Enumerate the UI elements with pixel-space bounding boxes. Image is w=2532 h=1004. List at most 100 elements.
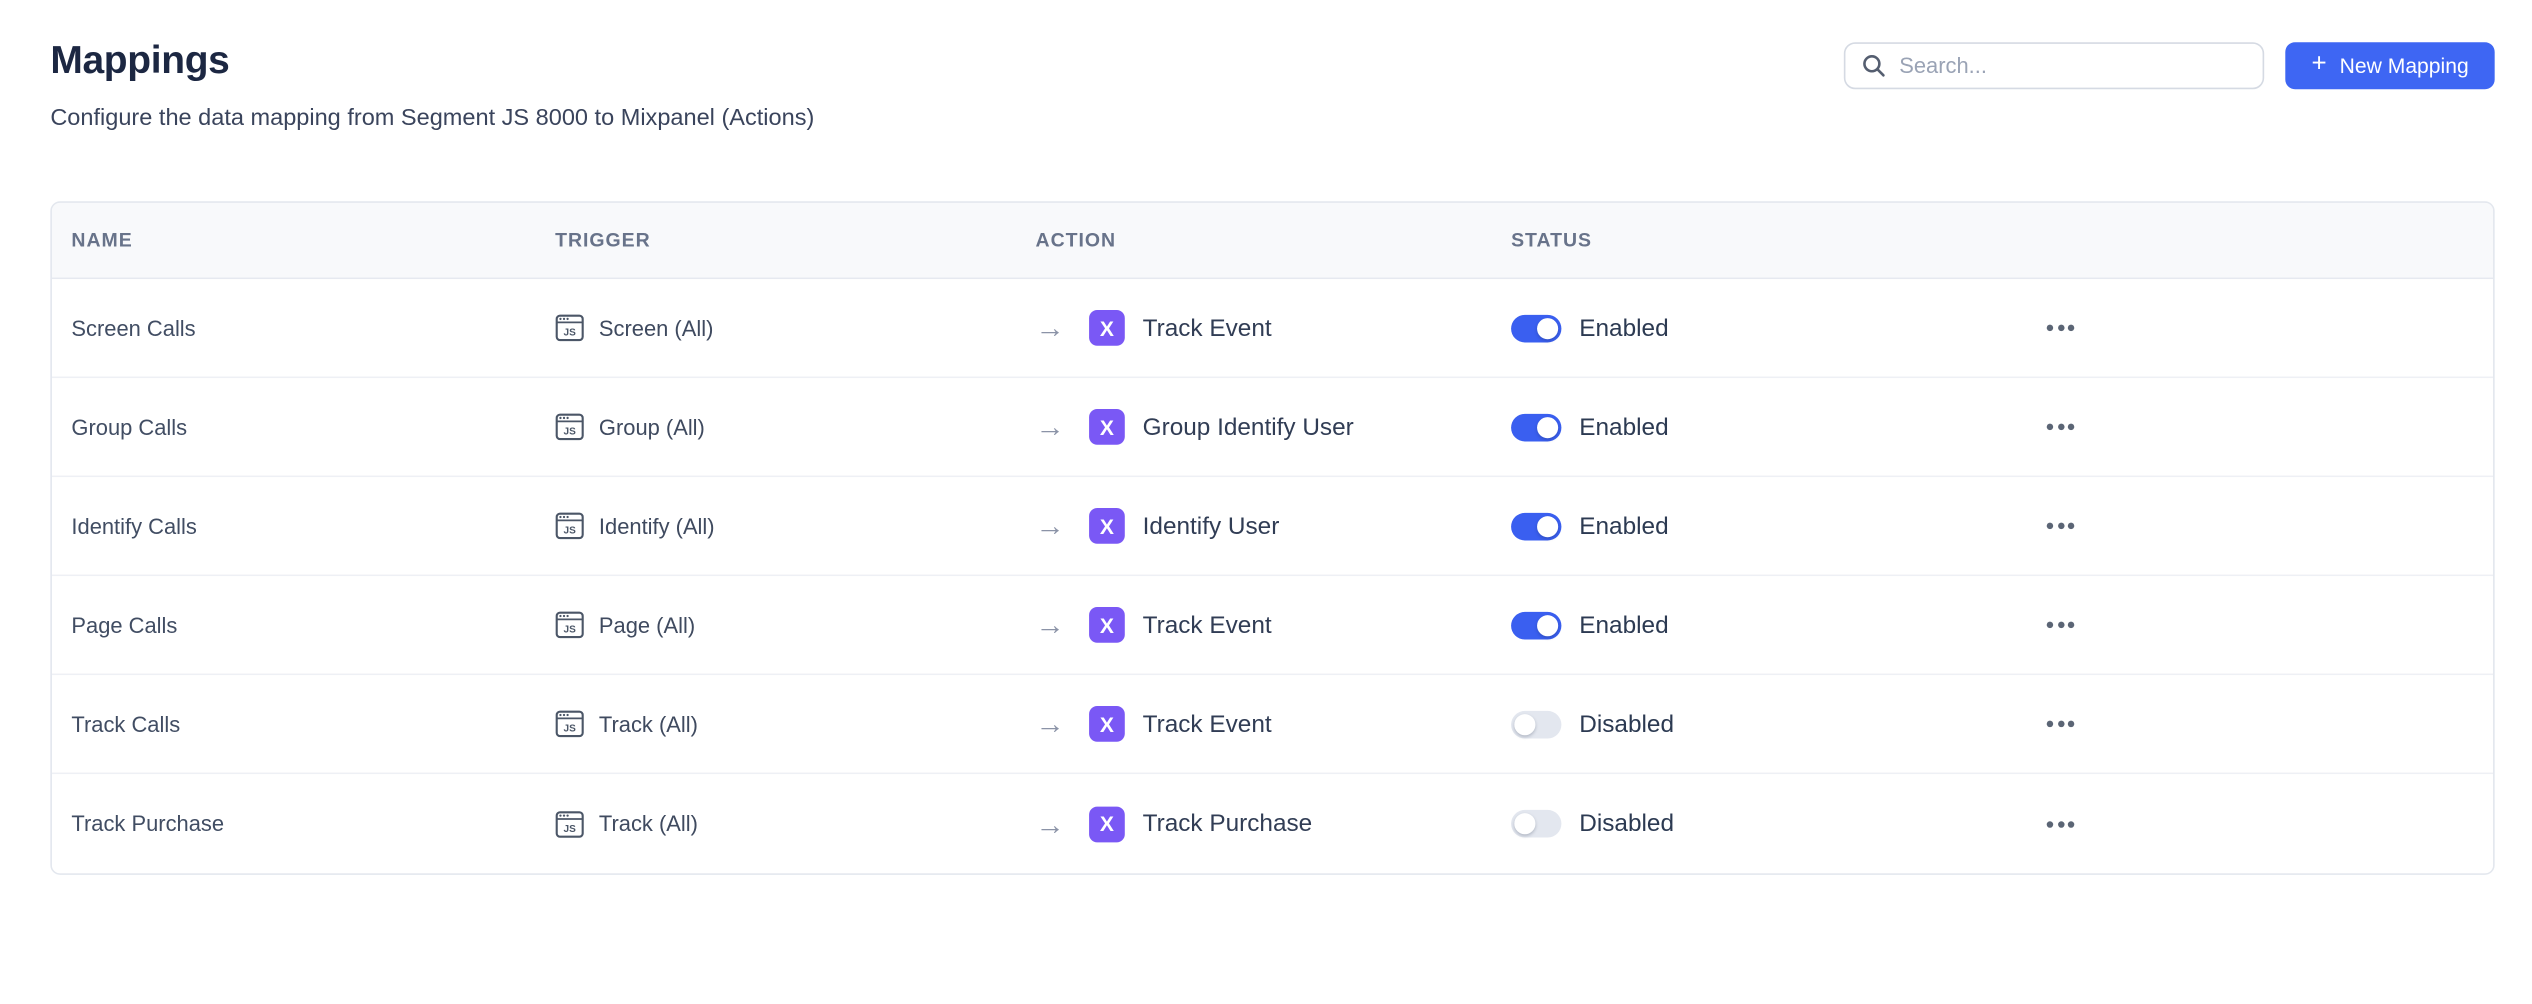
trigger-label: Screen (All) <box>599 316 713 340</box>
row-name: Track Purchase <box>71 812 555 836</box>
action-label: Track Purchase <box>1143 810 1313 838</box>
table-row: Page Calls JS Page (All) → X Track Event… <box>52 576 2493 675</box>
plus-icon: + <box>2312 52 2327 78</box>
column-header-name: NAME <box>71 229 555 252</box>
column-header-status: STATUS <box>1511 229 2040 252</box>
js-window-icon: JS <box>555 809 584 838</box>
table-row: Track Calls JS Track (All) → X Track Eve… <box>52 675 2493 774</box>
action-label: Track Event <box>1143 710 1272 738</box>
status-label: Disabled <box>1579 810 1674 838</box>
status-label: Enabled <box>1579 611 1668 639</box>
status-cell: Enabled <box>1511 413 2040 441</box>
js-window-icon: JS <box>555 709 584 738</box>
trigger-label: Page (All) <box>599 613 695 637</box>
column-header-trigger: TRIGGER <box>555 229 1035 252</box>
mixpanel-icon: X <box>1089 706 1125 742</box>
status-toggle[interactable] <box>1511 512 1561 540</box>
row-menu-button[interactable] <box>2040 714 2081 733</box>
trigger-icon-label: JS <box>564 525 577 536</box>
trigger-label: Identify (All) <box>599 514 715 538</box>
table-row: Group Calls JS Group (All) → X Group Ide… <box>52 378 2493 477</box>
trigger-label: Group (All) <box>599 415 705 439</box>
row-name: Track Calls <box>71 712 555 736</box>
trigger-cell: JS Track (All) <box>555 709 1035 738</box>
status-toggle[interactable] <box>1511 611 1561 639</box>
action-cell: → X Track Event <box>1036 607 1512 643</box>
menu-cell <box>2040 318 2473 337</box>
mixpanel-icon: X <box>1089 409 1125 445</box>
row-menu-button[interactable] <box>2040 814 2081 833</box>
action-cell: → X Identify User <box>1036 508 1512 544</box>
row-menu-button[interactable] <box>2040 318 2081 337</box>
row-name: Identify Calls <box>71 514 555 538</box>
status-label: Enabled <box>1579 512 1668 540</box>
status-cell: Enabled <box>1511 314 2040 342</box>
status-label: Enabled <box>1579 413 1668 441</box>
arrow-icon: → <box>1036 313 1065 342</box>
js-window-icon: JS <box>555 511 584 540</box>
row-name: Group Calls <box>71 415 555 439</box>
action-label: Track Event <box>1143 611 1272 639</box>
page-subtitle: Configure the data mapping from Segment … <box>50 106 2494 132</box>
trigger-icon-label: JS <box>564 426 577 437</box>
status-cell: Enabled <box>1511 512 2040 540</box>
menu-cell <box>2040 516 2473 535</box>
trigger-icon-label: JS <box>564 823 577 834</box>
js-window-icon: JS <box>555 610 584 639</box>
arrow-icon: → <box>1036 610 1065 639</box>
status-cell: Disabled <box>1511 810 2040 838</box>
toggle-knob <box>1514 813 1535 834</box>
status-toggle[interactable] <box>1511 314 1561 342</box>
table-row: Track Purchase JS Track (All) → X Track … <box>52 774 2493 873</box>
trigger-icon-label: JS <box>564 624 577 635</box>
trigger-cell: JS Screen (All) <box>555 313 1035 342</box>
status-toggle[interactable] <box>1511 413 1561 441</box>
status-cell: Disabled <box>1511 710 2040 738</box>
row-menu-button[interactable] <box>2040 615 2081 634</box>
row-name: Screen Calls <box>71 316 555 340</box>
action-cell: → X Track Purchase <box>1036 806 1512 842</box>
new-mapping-button[interactable]: + New Mapping <box>2286 42 2495 89</box>
row-menu-button[interactable] <box>2040 417 2081 436</box>
table-header: NAME TRIGGER ACTION STATUS <box>52 203 2493 279</box>
trigger-icon-label: JS <box>564 723 577 734</box>
toggle-knob <box>1537 515 1558 536</box>
action-cell: → X Group Identify User <box>1036 409 1512 445</box>
trigger-label: Track (All) <box>599 812 698 836</box>
column-header-action: ACTION <box>1036 229 1512 252</box>
table-row: Screen Calls JS Screen (All) → X Track E… <box>52 279 2493 378</box>
status-toggle[interactable] <box>1511 710 1561 738</box>
toggle-knob <box>1537 317 1558 338</box>
toggle-knob <box>1537 614 1558 635</box>
table-body: Screen Calls JS Screen (All) → X Track E… <box>52 279 2493 873</box>
trigger-label: Track (All) <box>599 712 698 736</box>
js-window-icon: JS <box>555 313 584 342</box>
menu-cell <box>2040 814 2473 833</box>
toggle-knob <box>1514 713 1535 734</box>
action-label: Identify User <box>1143 512 1280 540</box>
status-label: Enabled <box>1579 314 1668 342</box>
mixpanel-icon: X <box>1089 607 1125 643</box>
js-window-icon: JS <box>555 412 584 441</box>
action-label: Track Event <box>1143 314 1272 342</box>
search-input[interactable] <box>1899 54 2246 78</box>
search-box[interactable] <box>1844 42 2264 89</box>
row-name: Page Calls <box>71 613 555 637</box>
status-cell: Enabled <box>1511 611 2040 639</box>
menu-cell <box>2040 417 2473 436</box>
mixpanel-icon: X <box>1089 310 1125 346</box>
toolbar: + New Mapping <box>1844 42 2495 89</box>
action-label: Group Identify User <box>1143 413 1354 441</box>
trigger-cell: JS Page (All) <box>555 610 1035 639</box>
trigger-cell: JS Identify (All) <box>555 511 1035 540</box>
table-row: Identify Calls JS Identify (All) → X Ide… <box>52 477 2493 576</box>
trigger-cell: JS Track (All) <box>555 809 1035 838</box>
mappings-page: Mappings Configure the data mapping from… <box>0 0 2532 1004</box>
mixpanel-icon: X <box>1089 806 1125 842</box>
search-icon <box>1862 54 1886 78</box>
new-mapping-label: New Mapping <box>2340 54 2469 78</box>
arrow-icon: → <box>1036 412 1065 441</box>
status-label: Disabled <box>1579 710 1674 738</box>
status-toggle[interactable] <box>1511 810 1561 838</box>
row-menu-button[interactable] <box>2040 516 2081 535</box>
